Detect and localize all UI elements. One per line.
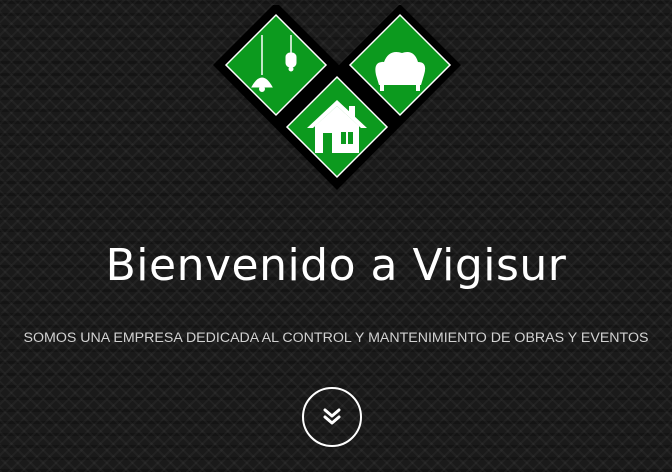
scroll-down-button[interactable] xyxy=(302,387,362,447)
hero-subtitle: SOMOS UNA EMPRESA DEDICADA AL CONTROL Y … xyxy=(23,330,649,346)
double-chevron-down-icon xyxy=(323,408,341,425)
hero-title: Bienvenido a Vigisur xyxy=(105,240,567,291)
company-logo xyxy=(213,2,461,190)
